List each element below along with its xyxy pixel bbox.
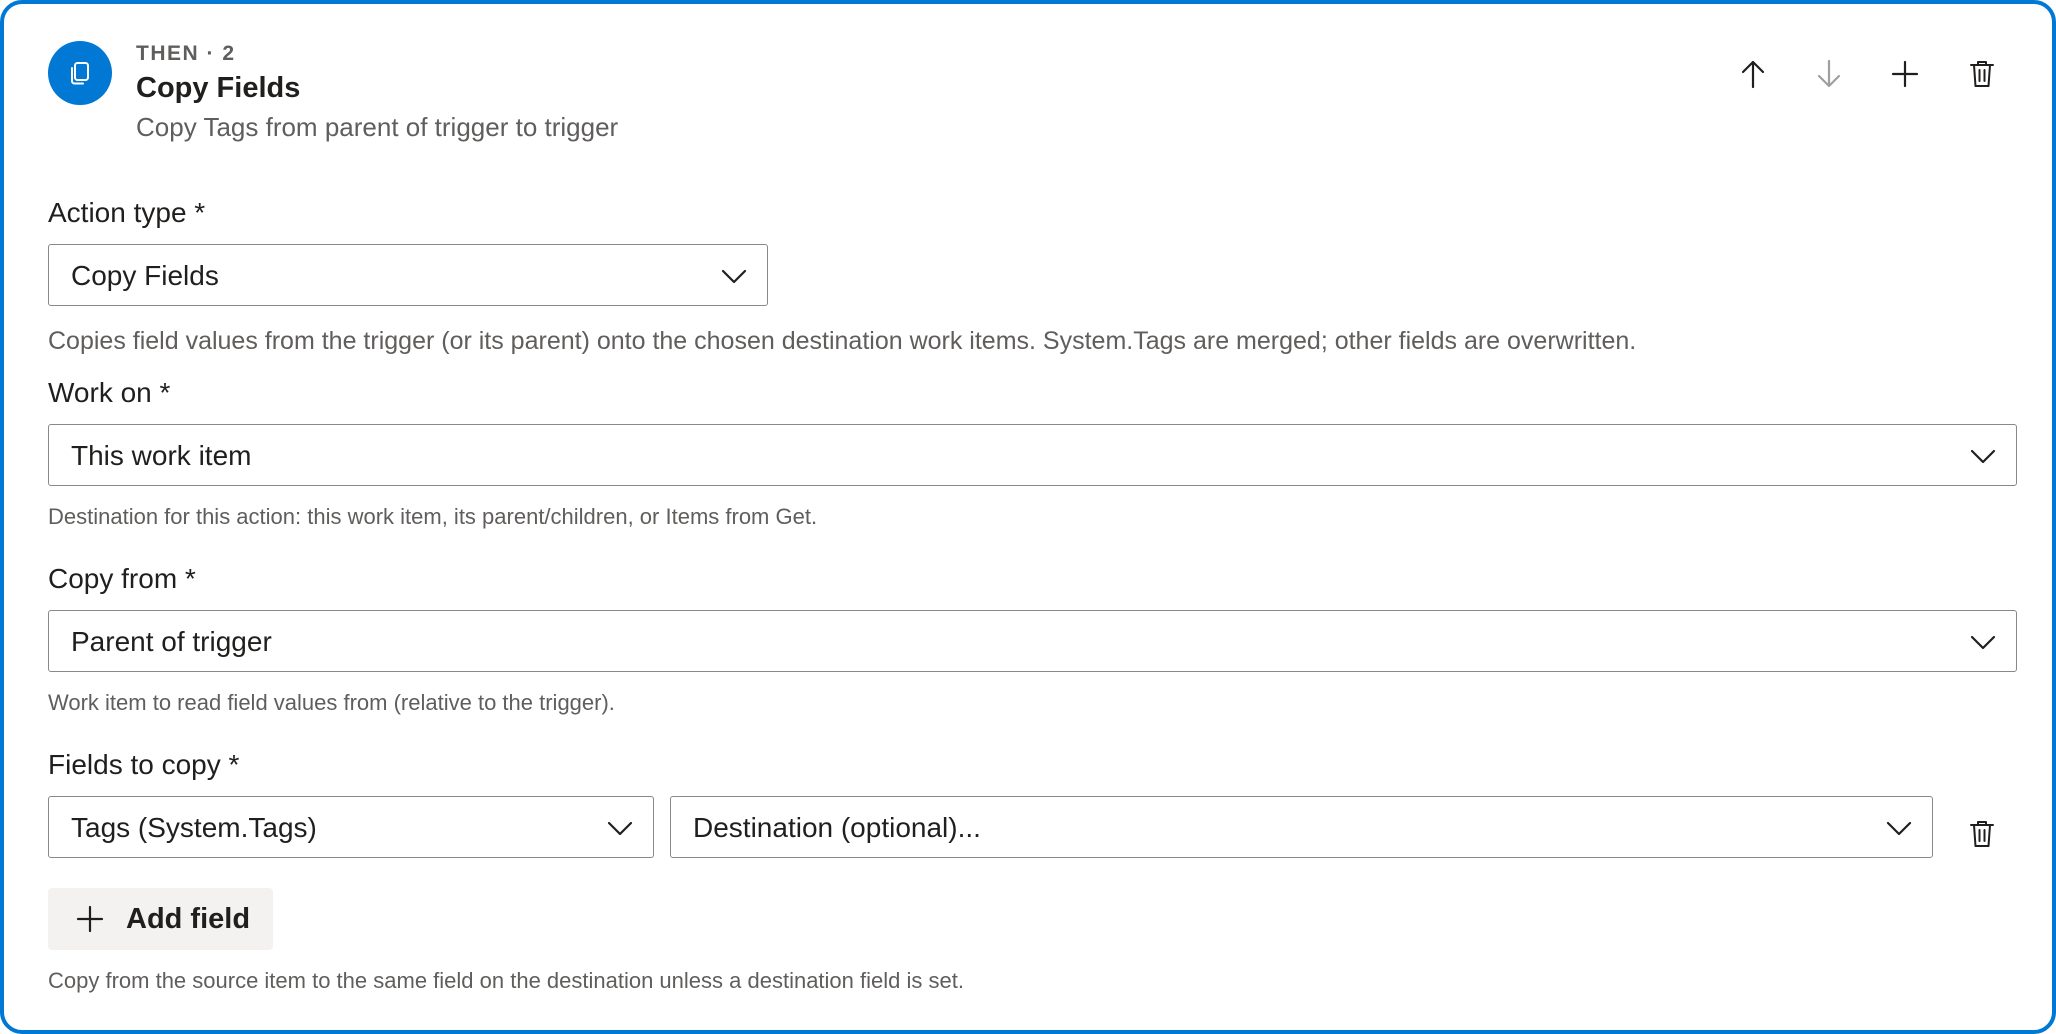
plus-icon: [1891, 60, 1919, 88]
action-summary: Copy Tags from parent of trigger to trig…: [136, 112, 619, 142]
action-type-label: Action type *: [48, 197, 206, 228]
work-on-value: This work item: [71, 440, 252, 471]
action-type-dropdown[interactable]: Copy Fields: [48, 244, 768, 306]
fields-to-copy-label: Fields to copy *: [48, 749, 240, 780]
chevron-down-icon: [721, 269, 747, 284]
add-action-button[interactable]: [1885, 54, 1925, 94]
add-field-button[interactable]: Add field: [48, 888, 273, 950]
action-card: THEN · 2 Copy Fields Copy Tags from pare…: [0, 0, 2056, 1034]
chevron-down-icon: [1970, 635, 1996, 650]
trash-icon: [1970, 61, 1994, 87]
copy-from-description: Work item to read field values from (rel…: [48, 690, 615, 715]
chevron-down-icon: [607, 821, 633, 836]
chevron-down-icon: [1970, 449, 1996, 464]
remove-field-button[interactable]: [1962, 814, 2002, 854]
destination-field-dropdown[interactable]: Destination (optional)...: [670, 796, 1933, 858]
move-down-button[interactable]: [1809, 54, 1849, 94]
destination-field-placeholder: Destination (optional)...: [693, 812, 981, 843]
move-up-button[interactable]: [1733, 54, 1773, 94]
arrow-up-icon: [1741, 60, 1765, 89]
action-type-value: Copy Fields: [71, 260, 219, 291]
plus-icon: [76, 905, 104, 933]
source-field-dropdown[interactable]: Tags (System.Tags): [48, 796, 654, 858]
work-on-label: Work on *: [48, 377, 171, 408]
copy-from-value: Parent of trigger: [71, 626, 272, 657]
arrow-down-icon: [1817, 59, 1841, 88]
action-title: Copy Fields: [136, 72, 301, 104]
copy-from-dropdown[interactable]: Parent of trigger: [48, 610, 2017, 672]
copy-icon: [48, 41, 112, 105]
action-type-description: Copies field values from the trigger (or…: [48, 327, 1637, 355]
trash-icon: [1970, 821, 1994, 847]
source-field-value: Tags (System.Tags): [71, 812, 317, 843]
step-kicker: THEN · 2: [136, 42, 236, 65]
fields-to-copy-description: Copy from the source item to the same fi…: [48, 968, 964, 993]
work-on-dropdown[interactable]: This work item: [48, 424, 2017, 486]
work-on-description: Destination for this action: this work i…: [48, 504, 818, 529]
delete-action-button[interactable]: [1962, 54, 2002, 94]
chevron-down-icon: [1886, 821, 1912, 836]
add-field-label: Add field: [126, 902, 251, 935]
copy-from-label: Copy from *: [48, 563, 196, 594]
